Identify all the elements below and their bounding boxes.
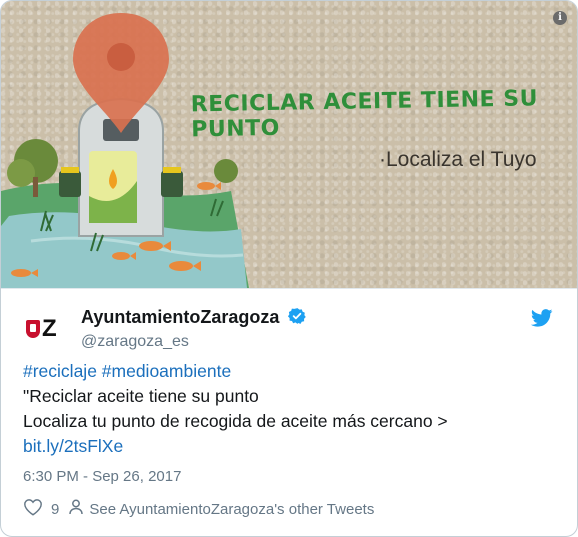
media-headline: Reciclar aceite tiene su punto xyxy=(190,86,539,143)
twitter-bird-icon[interactable] xyxy=(530,309,553,332)
author-display-name[interactable]: AyuntamientoZaragoza xyxy=(81,307,279,327)
like-count: 9 xyxy=(51,500,60,518)
tweet-media-image[interactable]: Reciclar aceite tiene su punto ·Localiza… xyxy=(1,1,577,289)
tweet-line-2: Localiza tu punto de recogida de aceite … xyxy=(23,411,448,431)
person-icon xyxy=(69,499,84,519)
tweet-hashtags[interactable]: #reciclaje #medioambiente xyxy=(23,359,555,384)
info-icon[interactable]: i xyxy=(553,11,567,25)
heart-icon[interactable] xyxy=(23,498,43,520)
media-subheadline: ·Localiza el Tuyo xyxy=(379,148,537,171)
tweet-text: #reciclaje #medioambiente "Reciclar acei… xyxy=(23,359,555,459)
recycling-illustration xyxy=(1,13,249,288)
tweet-timestamp[interactable]: 6:30 PM - Sep 26, 2017 xyxy=(23,468,555,485)
tweet-actions: 9 See AyuntamientoZaragoza's other Tweet… xyxy=(23,498,555,520)
verified-badge-icon xyxy=(287,307,306,330)
author-handle[interactable]: @zaragoza_es xyxy=(81,333,306,351)
tweet-header: Z AyuntamientoZaragoza @zaragoza_es xyxy=(23,289,555,351)
avatar[interactable]: Z xyxy=(26,315,64,343)
other-tweets-link[interactable]: See AyuntamientoZaragoza's other Tweets xyxy=(89,501,374,518)
avatar-letter: Z xyxy=(42,315,57,342)
tweet-content: Z AyuntamientoZaragoza @zaragoza_es #rec… xyxy=(1,289,577,520)
tweet-link[interactable]: bit.ly/2tsFlXe xyxy=(23,434,555,459)
author-names: AyuntamientoZaragoza @zaragoza_es xyxy=(81,307,306,351)
tweet-line-1: "Reciclar aceite tiene su punto xyxy=(23,386,259,406)
zaragoza-shield-icon xyxy=(26,320,40,338)
tweet-card: Reciclar aceite tiene su punto ·Localiza… xyxy=(0,0,578,537)
